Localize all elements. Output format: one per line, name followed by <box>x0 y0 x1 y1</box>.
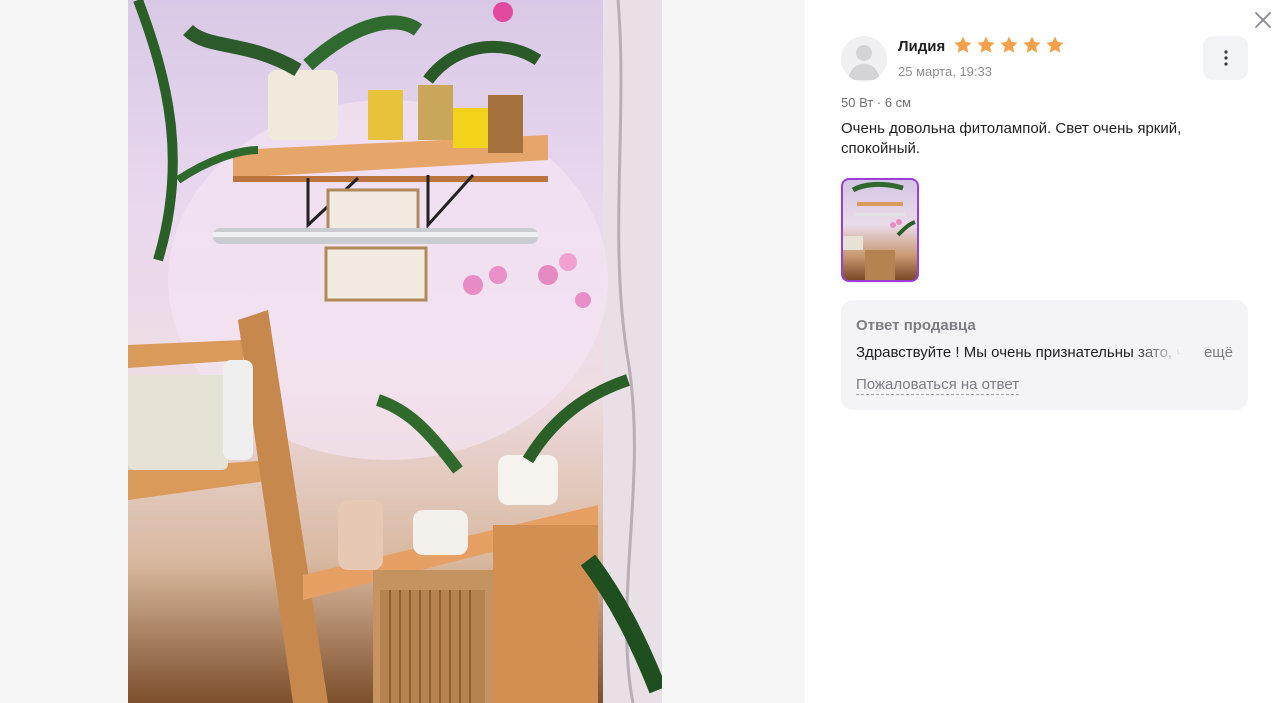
star-icon <box>1000 36 1018 53</box>
review-photo-illustration <box>128 0 662 703</box>
more-vertical-icon <box>1223 50 1228 66</box>
review-date: 25 марта, 19:33 <box>898 64 992 79</box>
review-text: Очень довольна фитолампой. Свет очень яр… <box>841 120 1182 157</box>
complain-link[interactable]: Пожаловаться на ответ <box>856 375 1020 395</box>
seller-reply: Ответ продавца Здравствуйте ! Мы очень п… <box>841 300 1248 410</box>
star-icon <box>954 36 972 53</box>
seller-reply-text: Здравствуйте ! Мы очень признательны зат… <box>856 344 1182 361</box>
avatar <box>841 36 887 82</box>
star-icon <box>1023 36 1041 53</box>
star-icon <box>1046 36 1064 53</box>
more-options-button[interactable] <box>1203 36 1248 80</box>
star-icon <box>977 36 995 53</box>
close-button[interactable] <box>1252 9 1274 31</box>
reply-more-link[interactable]: ещё <box>1204 344 1233 361</box>
user-placeholder-icon <box>848 45 880 80</box>
photo-thumbnail[interactable] <box>841 178 919 282</box>
media-viewer <box>0 0 805 703</box>
close-icon <box>1255 12 1271 28</box>
seller-reply-title: Ответ продавца <box>856 317 976 334</box>
thumbnail-image <box>843 181 916 280</box>
product-variant: 50 Вт · 6 см <box>841 95 912 110</box>
review-photo[interactable] <box>128 0 662 703</box>
rating-stars <box>953 35 1065 55</box>
review-author: Лидия <box>898 38 946 55</box>
